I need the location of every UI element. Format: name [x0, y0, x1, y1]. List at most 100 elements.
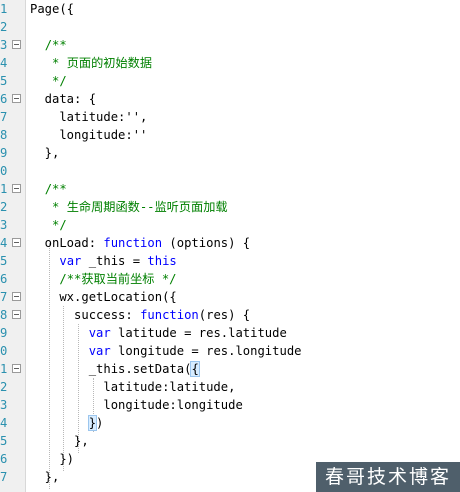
code-text: longitude:'' [30, 126, 147, 144]
code-token: success: [30, 308, 141, 322]
code-token: }, [30, 146, 60, 160]
line-number: 4 [0, 416, 7, 430]
line-number: 5 [0, 74, 7, 88]
code-text: latitude:'', [30, 108, 147, 126]
code-line[interactable]: 3 */ [0, 216, 460, 234]
code-line[interactable]: 5 */ [0, 72, 460, 90]
code-text: */ [30, 216, 67, 234]
code-line[interactable]: 4 }) [0, 414, 460, 432]
fold-collapse-icon[interactable] [12, 310, 21, 319]
code-line[interactable]: 0 [0, 162, 460, 180]
code-line[interactable]: 1 /** [0, 180, 460, 198]
code-line[interactable]: 3 /** [0, 36, 460, 54]
code-text: data: { [30, 90, 96, 108]
line-number: 6 [0, 272, 7, 286]
comment-token: */ [52, 218, 67, 232]
code-text: /** [30, 180, 67, 198]
line-number: 7 [0, 470, 7, 484]
code-token: ) [96, 416, 104, 430]
line-number: 3 [0, 398, 7, 412]
code-token: longitude:'' [30, 128, 148, 142]
code-line[interactable]: 4 onLoad: function (options) { [0, 234, 460, 252]
code-token: onLoad: [30, 236, 104, 250]
code-text: success: function(res) { [30, 306, 250, 324]
code-line[interactable]: 2 latitude:latitude, [0, 378, 460, 396]
code-text: onLoad: function (options) { [30, 234, 250, 252]
code-line[interactable]: 0 var longitude = res.longitude [0, 342, 460, 360]
code-line[interactable]: 9 }, [0, 144, 460, 162]
code-line[interactable]: 6 /**获取当前坐标 */ [0, 270, 460, 288]
code-line[interactable]: 1 Page({ [0, 0, 460, 18]
code-token: (res) { [198, 308, 251, 322]
fold-collapse-icon[interactable] [12, 184, 21, 193]
blog-watermark: 春哥技术博客 [316, 462, 460, 492]
comment-token: * 生命周期函数--监听页面加载 [52, 200, 228, 214]
fold-collapse-icon[interactable] [12, 292, 21, 301]
code-line[interactable]: 8 longitude:'' [0, 126, 460, 144]
code-token: wx.getLocation({ [30, 290, 177, 304]
code-token: (options) { [162, 236, 251, 250]
code-token: longitude:longitude [30, 398, 243, 412]
keyword-token: function [140, 308, 199, 322]
code-text: }, [30, 432, 89, 450]
code-text: longitude:longitude [30, 396, 243, 414]
code-line[interactable]: 5 var _this = this [0, 252, 460, 270]
code-token: latitude:'', [30, 110, 148, 124]
line-number: 2 [0, 20, 7, 34]
fold-collapse-icon[interactable] [12, 364, 21, 373]
code-text: latitude:latitude, [30, 378, 235, 396]
code-line[interactable]: 2 * 生命周期函数--监听页面加载 [0, 198, 460, 216]
keyword-token: this [147, 254, 177, 268]
code-line[interactable]: 7 latitude:'', [0, 108, 460, 126]
code-token: } [87, 415, 98, 431]
code-text: /**获取当前坐标 */ [30, 270, 176, 288]
line-number: 6 [0, 92, 7, 106]
code-line[interactable]: 9 var latitude = res.latitude [0, 324, 460, 342]
code-token: _this = [81, 254, 148, 268]
code-text: wx.getLocation({ [30, 288, 177, 306]
code-line[interactable]: 8 success: function(res) { [0, 306, 460, 324]
fold-collapse-icon[interactable] [12, 238, 21, 247]
code-line[interactable]: 3 longitude:longitude [0, 396, 460, 414]
line-number: 3 [0, 218, 7, 232]
code-line[interactable]: 4 * 页面的初始数据 [0, 54, 460, 72]
keyword-token: var [88, 326, 111, 340]
code-line[interactable]: 6 data: { [0, 90, 460, 108]
line-number: 9 [0, 146, 7, 160]
code-editor[interactable]: 1 Page({2 3 /** 4 * 页面的初始数据 5 */6 data: {7 l… [0, 0, 460, 492]
comment-token: */ [52, 74, 67, 88]
line-number: 0 [0, 164, 7, 178]
line-number: 1 [0, 362, 7, 376]
code-text: var longitude = res.longitude [30, 342, 302, 360]
line-number: 3 [0, 38, 7, 52]
code-text: }, [30, 468, 60, 486]
comment-token: * 页面的初始数据 [52, 56, 153, 70]
code-line[interactable]: 2 [0, 18, 460, 36]
line-number: 8 [0, 308, 7, 322]
line-number: 7 [0, 110, 7, 124]
line-number: 9 [0, 326, 7, 340]
fold-collapse-icon[interactable] [12, 94, 21, 103]
code-line[interactable]: 5 }, [0, 432, 460, 450]
code-line[interactable]: 1 _this.setData({ [0, 360, 460, 378]
keyword-token: function [103, 236, 163, 250]
fold-collapse-icon[interactable] [12, 40, 21, 49]
line-number: 4 [0, 56, 7, 70]
code-token: latitude:latitude, [30, 380, 236, 394]
code-text: var latitude = res.latitude [30, 324, 287, 342]
code-line[interactable]: 7 wx.getLocation({ [0, 288, 460, 306]
line-number: 4 [0, 236, 7, 250]
code-text: Page({ [30, 0, 74, 18]
code-token: { [190, 361, 200, 377]
line-number: 2 [0, 200, 7, 214]
code-token: Page({ [30, 2, 75, 16]
